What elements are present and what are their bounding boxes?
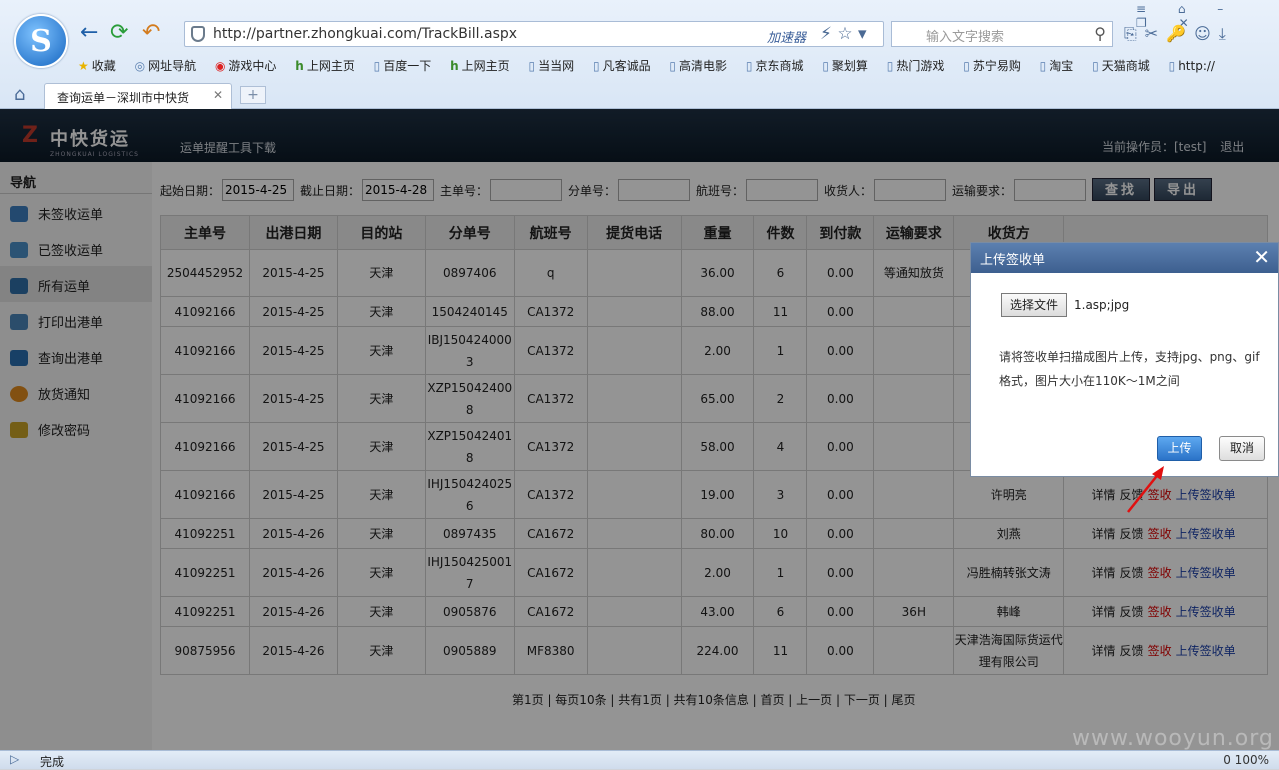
fav-item[interactable]: ▯ 百度一下 xyxy=(374,59,432,73)
tab-active[interactable]: 查询运单－深圳市中快货 ✕ xyxy=(44,83,232,109)
new-tab-button[interactable]: + xyxy=(240,86,266,104)
search-icon[interactable]: ⚲ xyxy=(1094,24,1106,43)
fav-item[interactable]: ◎ 网址导航 xyxy=(135,59,197,73)
upload-dialog: 上传签收单 ✕ 选择文件 1.asp;jpg 请将签收单扫描成图片上传，支持jp… xyxy=(970,242,1279,477)
accelerator-label[interactable]: 加速器 xyxy=(767,27,806,46)
star-icon[interactable]: ⚡ ☆ ▾ xyxy=(820,24,867,44)
watermark: www.wooyun.org xyxy=(1072,726,1274,751)
cancel-button[interactable]: 取消 xyxy=(1219,436,1265,461)
refresh-icon[interactable]: ⟳ xyxy=(110,22,128,44)
fav-item[interactable]: ▯ 当当网 xyxy=(529,59,575,73)
back-icon[interactable]: ← xyxy=(80,22,98,44)
search-input[interactable]: 输入文字搜索 xyxy=(926,26,1004,45)
address-url[interactable]: http://partner.zhongkuai.com/TrackBill.a… xyxy=(213,26,517,42)
close-icon[interactable]: ✕ xyxy=(213,88,223,102)
toolbar-icons[interactable]: ⎘✂🔑☺⤓ xyxy=(1124,24,1234,44)
favorites-bar: ★ 收藏 ◎ 网址导航 ◉ 游戏中心 h 上网主页 ▯ 百度一下 h 上网主页 ▯ 当当网 ▯… xyxy=(78,57,1230,77)
browser-logo-glyph: S xyxy=(30,24,52,59)
fav-item[interactable]: ▯ 热门游戏 xyxy=(887,59,945,73)
choose-file-button[interactable]: 选择文件 xyxy=(1001,293,1068,317)
fav-item[interactable]: ◉ 游戏中心 xyxy=(215,59,277,73)
address-bar[interactable]: http://partner.zhongkuai.com/TrackBill.a… xyxy=(184,21,884,47)
fav-item[interactable]: ▯ 凡客诚品 xyxy=(593,59,651,73)
fav-item[interactable]: ▯ 高清电影 xyxy=(669,59,727,73)
fav-item[interactable]: ▯ 淘宝 xyxy=(1040,59,1074,73)
zoom-level[interactable]: 0 100% xyxy=(1223,753,1269,767)
fav-item[interactable]: ★ 收藏 xyxy=(78,59,116,73)
red-arrow-annotation xyxy=(1127,466,1164,513)
search-box[interactable]: 输入文字搜索 ⚲ xyxy=(891,21,1113,47)
dialog-header: 上传签收单 ✕ xyxy=(971,243,1278,273)
upload-hint: 请将签收单扫描成图片上传，支持jpg、png、gif格式，图片大小在110K～1… xyxy=(999,350,1260,388)
fav-item[interactable]: h 上网主页 xyxy=(295,59,355,73)
fav-item[interactable]: h 上网主页 xyxy=(450,59,510,73)
fav-item[interactable]: ▯ 聚划算 xyxy=(822,59,868,73)
security-shield-icon xyxy=(191,26,205,42)
upload-button[interactable]: 上传 xyxy=(1157,436,1202,461)
browser-logo: S xyxy=(14,14,68,68)
status-text: 完成 xyxy=(40,755,65,769)
status-bar: ▷ 完成 0 100% xyxy=(0,750,1279,769)
fav-item[interactable]: ▯ 京东商城 xyxy=(746,59,804,73)
fav-item[interactable]: ▯ 苏宁易购 xyxy=(963,59,1021,73)
play-icon[interactable]: ▷ xyxy=(10,752,19,766)
fav-item[interactable]: ▯ 天猫商城 xyxy=(1092,59,1150,73)
browser-toolbar: ≡ ⌂ – ❐ ✕ S ← ⟳ ↶ http://partner.zhongku… xyxy=(0,0,1279,109)
close-icon[interactable]: ✕ xyxy=(1253,245,1270,269)
dialog-title: 上传签收单 xyxy=(980,253,1046,268)
tab-bar: 查询运单－深圳市中快货 ✕ + xyxy=(0,82,1279,109)
undo-icon[interactable]: ↶ xyxy=(142,22,160,44)
selected-file-name: 1.asp;jpg xyxy=(1074,298,1130,312)
tab-title[interactable]: 查询运单－深圳市中快货 xyxy=(57,91,189,105)
arrow-shaft xyxy=(1127,471,1161,513)
fav-item[interactable]: ▯ http:// xyxy=(1169,59,1215,73)
